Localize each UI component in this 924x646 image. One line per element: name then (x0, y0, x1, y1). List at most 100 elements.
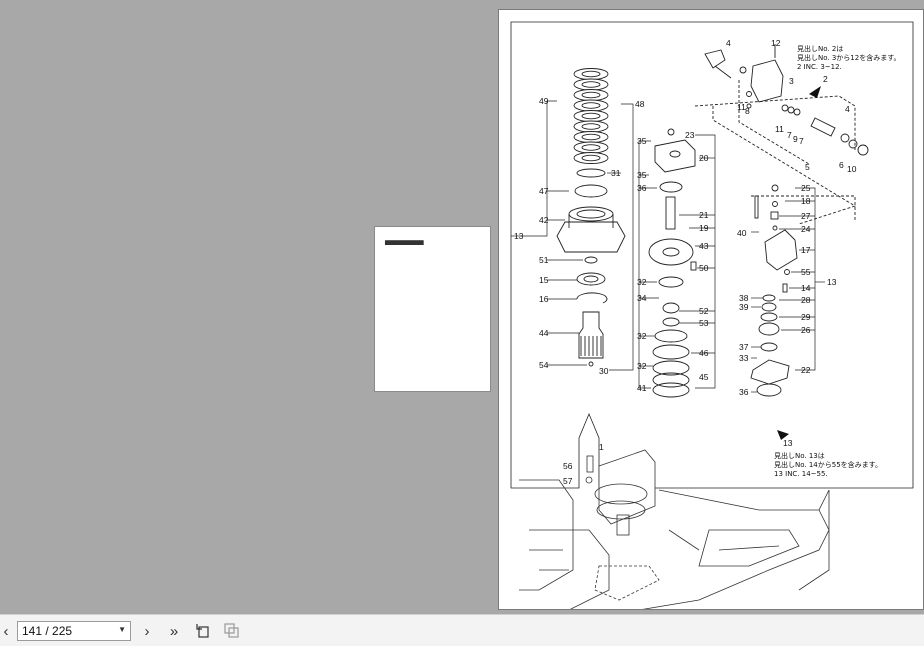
callout-36-right: 36 (739, 387, 749, 397)
callout-31: 31 (611, 168, 621, 178)
callout-36: 36 (637, 183, 647, 193)
parts-diagram: 見出しNo. 2は 見出しNo. 3から12を含みます。 2 INC. 3~12… (510, 21, 914, 609)
copy-page-icon (224, 623, 239, 638)
callout-47: 47 (539, 186, 549, 196)
callout-54: 54 (539, 360, 549, 370)
brake-disc (573, 152, 609, 164)
callout-44: 44 (539, 328, 549, 338)
callout-23: 23 (685, 130, 695, 140)
callout-49: 49 (539, 96, 549, 106)
callout-11b: 11 (775, 124, 784, 134)
callout-12: 12 (771, 38, 781, 48)
document-page: 見出しNo. 2は 見出しNo. 3から12を含みます。 2 INC. 3~12… (498, 9, 924, 610)
callout-24: 24 (801, 224, 811, 234)
brake-disc (573, 110, 609, 122)
callout-46: 46 (699, 348, 709, 358)
middle-assembly (648, 128, 697, 398)
callout-26: 26 (801, 325, 811, 335)
callout-32a: 32 (637, 277, 647, 287)
note-bottom-line2: 見出しNo. 14から55を含みます。 (774, 460, 882, 469)
callout-51: 51 (539, 255, 549, 265)
callout-4b: 4 (845, 104, 850, 114)
callout-4a: 4 (726, 38, 731, 48)
document-viewer[interactable]: ████████████████████ 見出しNo. 2は 見出しNo. 3か… (0, 0, 924, 614)
callout-35a: 35 (637, 136, 647, 146)
callout-53: 53 (699, 318, 709, 328)
prev-page-button[interactable]: ‹ (0, 621, 12, 641)
note-top-line2: 見出しNo. 3から12を含みます。 (797, 53, 901, 62)
callout-1: 1 (599, 442, 604, 452)
callout-18: 18 (801, 196, 811, 206)
callout-7b: 7 (799, 136, 804, 146)
note-top-line3: 2 INC. 3~12. (797, 63, 842, 71)
callout-30: 30 (599, 366, 609, 376)
callout-5: 5 (805, 162, 810, 172)
callout-25: 25 (801, 183, 811, 193)
callout-33: 33 (739, 353, 749, 363)
callout-32c: 32 (637, 361, 647, 371)
callout-52: 52 (699, 306, 709, 316)
callout-40: 40 (737, 228, 747, 238)
dropdown-caret-icon: ▼ (118, 625, 126, 634)
chevron-right-icon: › (144, 622, 150, 640)
note-top-line1: 見出しNo. 2は (797, 44, 843, 53)
note-bottom-line1: 見出しNo. 13は (774, 451, 825, 460)
callout-27: 27 (801, 211, 811, 221)
brake-disc (573, 141, 609, 154)
viewer-toolbar: ‹ 141 / 225 ▼ › » (0, 614, 924, 646)
rotate-page-button[interactable] (194, 621, 214, 641)
chevron-left-icon: ‹ (3, 622, 9, 640)
callout-39: 39 (739, 302, 749, 312)
note-top: 見出しNo. 2は 見出しNo. 3から12を含みます。 2 INC. 3~12… (797, 44, 901, 71)
callout-32b: 32 (637, 331, 647, 341)
callout-56: 56 (563, 461, 573, 471)
callout-35b: 35 (637, 170, 647, 180)
left-assembly (556, 68, 626, 367)
double-chevron-right-icon: » (169, 622, 179, 640)
callouts-bottom: 1 56 57 (563, 442, 604, 486)
callout-16: 16 (539, 294, 549, 304)
callout-13-bottom: 13 (783, 438, 793, 448)
next-page-button[interactable]: › (140, 621, 154, 641)
note-bottom-line3: 13 INC. 14~55. (774, 470, 828, 478)
callout-29: 29 (801, 312, 811, 322)
callout-22: 22 (801, 365, 811, 375)
callout-48: 48 (635, 99, 645, 109)
callout-45: 45 (699, 372, 709, 382)
callout-17: 17 (801, 245, 811, 255)
callout-57: 57 (563, 476, 573, 486)
callout-19: 19 (699, 223, 709, 233)
callout-6: 6 (839, 160, 844, 170)
callout-34: 34 (637, 293, 647, 303)
copy-page-button[interactable] (222, 621, 242, 641)
page-thumbnail[interactable]: ████████████████████ (374, 226, 491, 392)
brake-disc (573, 99, 609, 112)
valve-assembly (694, 44, 869, 225)
brake-disc (573, 68, 609, 80)
callout-55: 55 (801, 267, 811, 277)
callout-8: 8 (745, 106, 750, 116)
callout-42: 42 (539, 215, 549, 225)
rotate-page-icon (196, 624, 209, 638)
callout-14: 14 (801, 283, 811, 293)
callout-10: 10 (847, 164, 857, 174)
note-bottom: 見出しNo. 13は 見出しNo. 14から55を含みます。 13 INC. 1… (774, 451, 882, 478)
page-indicator: 141 / 225 (22, 624, 73, 638)
callout-7a: 7 (787, 130, 792, 140)
callout-43: 43 (699, 241, 709, 251)
callout-28: 28 (801, 295, 811, 305)
callout-21: 21 (699, 210, 709, 220)
callout-2: 2 (823, 74, 828, 84)
page-selector[interactable]: 141 / 225 ▼ (17, 621, 131, 641)
brake-disc (573, 120, 609, 133)
callout-13-left: 13 (514, 231, 524, 241)
callout-3: 3 (789, 76, 794, 86)
callout-15: 15 (539, 275, 549, 285)
brake-disc (573, 89, 609, 101)
callout-37: 37 (739, 342, 749, 352)
callout-9: 9 (793, 134, 798, 144)
callout-41: 41 (637, 383, 647, 393)
last-page-button[interactable]: » (164, 621, 184, 641)
callout-13-right: 13 (827, 277, 837, 287)
callout-50: 50 (699, 263, 709, 273)
